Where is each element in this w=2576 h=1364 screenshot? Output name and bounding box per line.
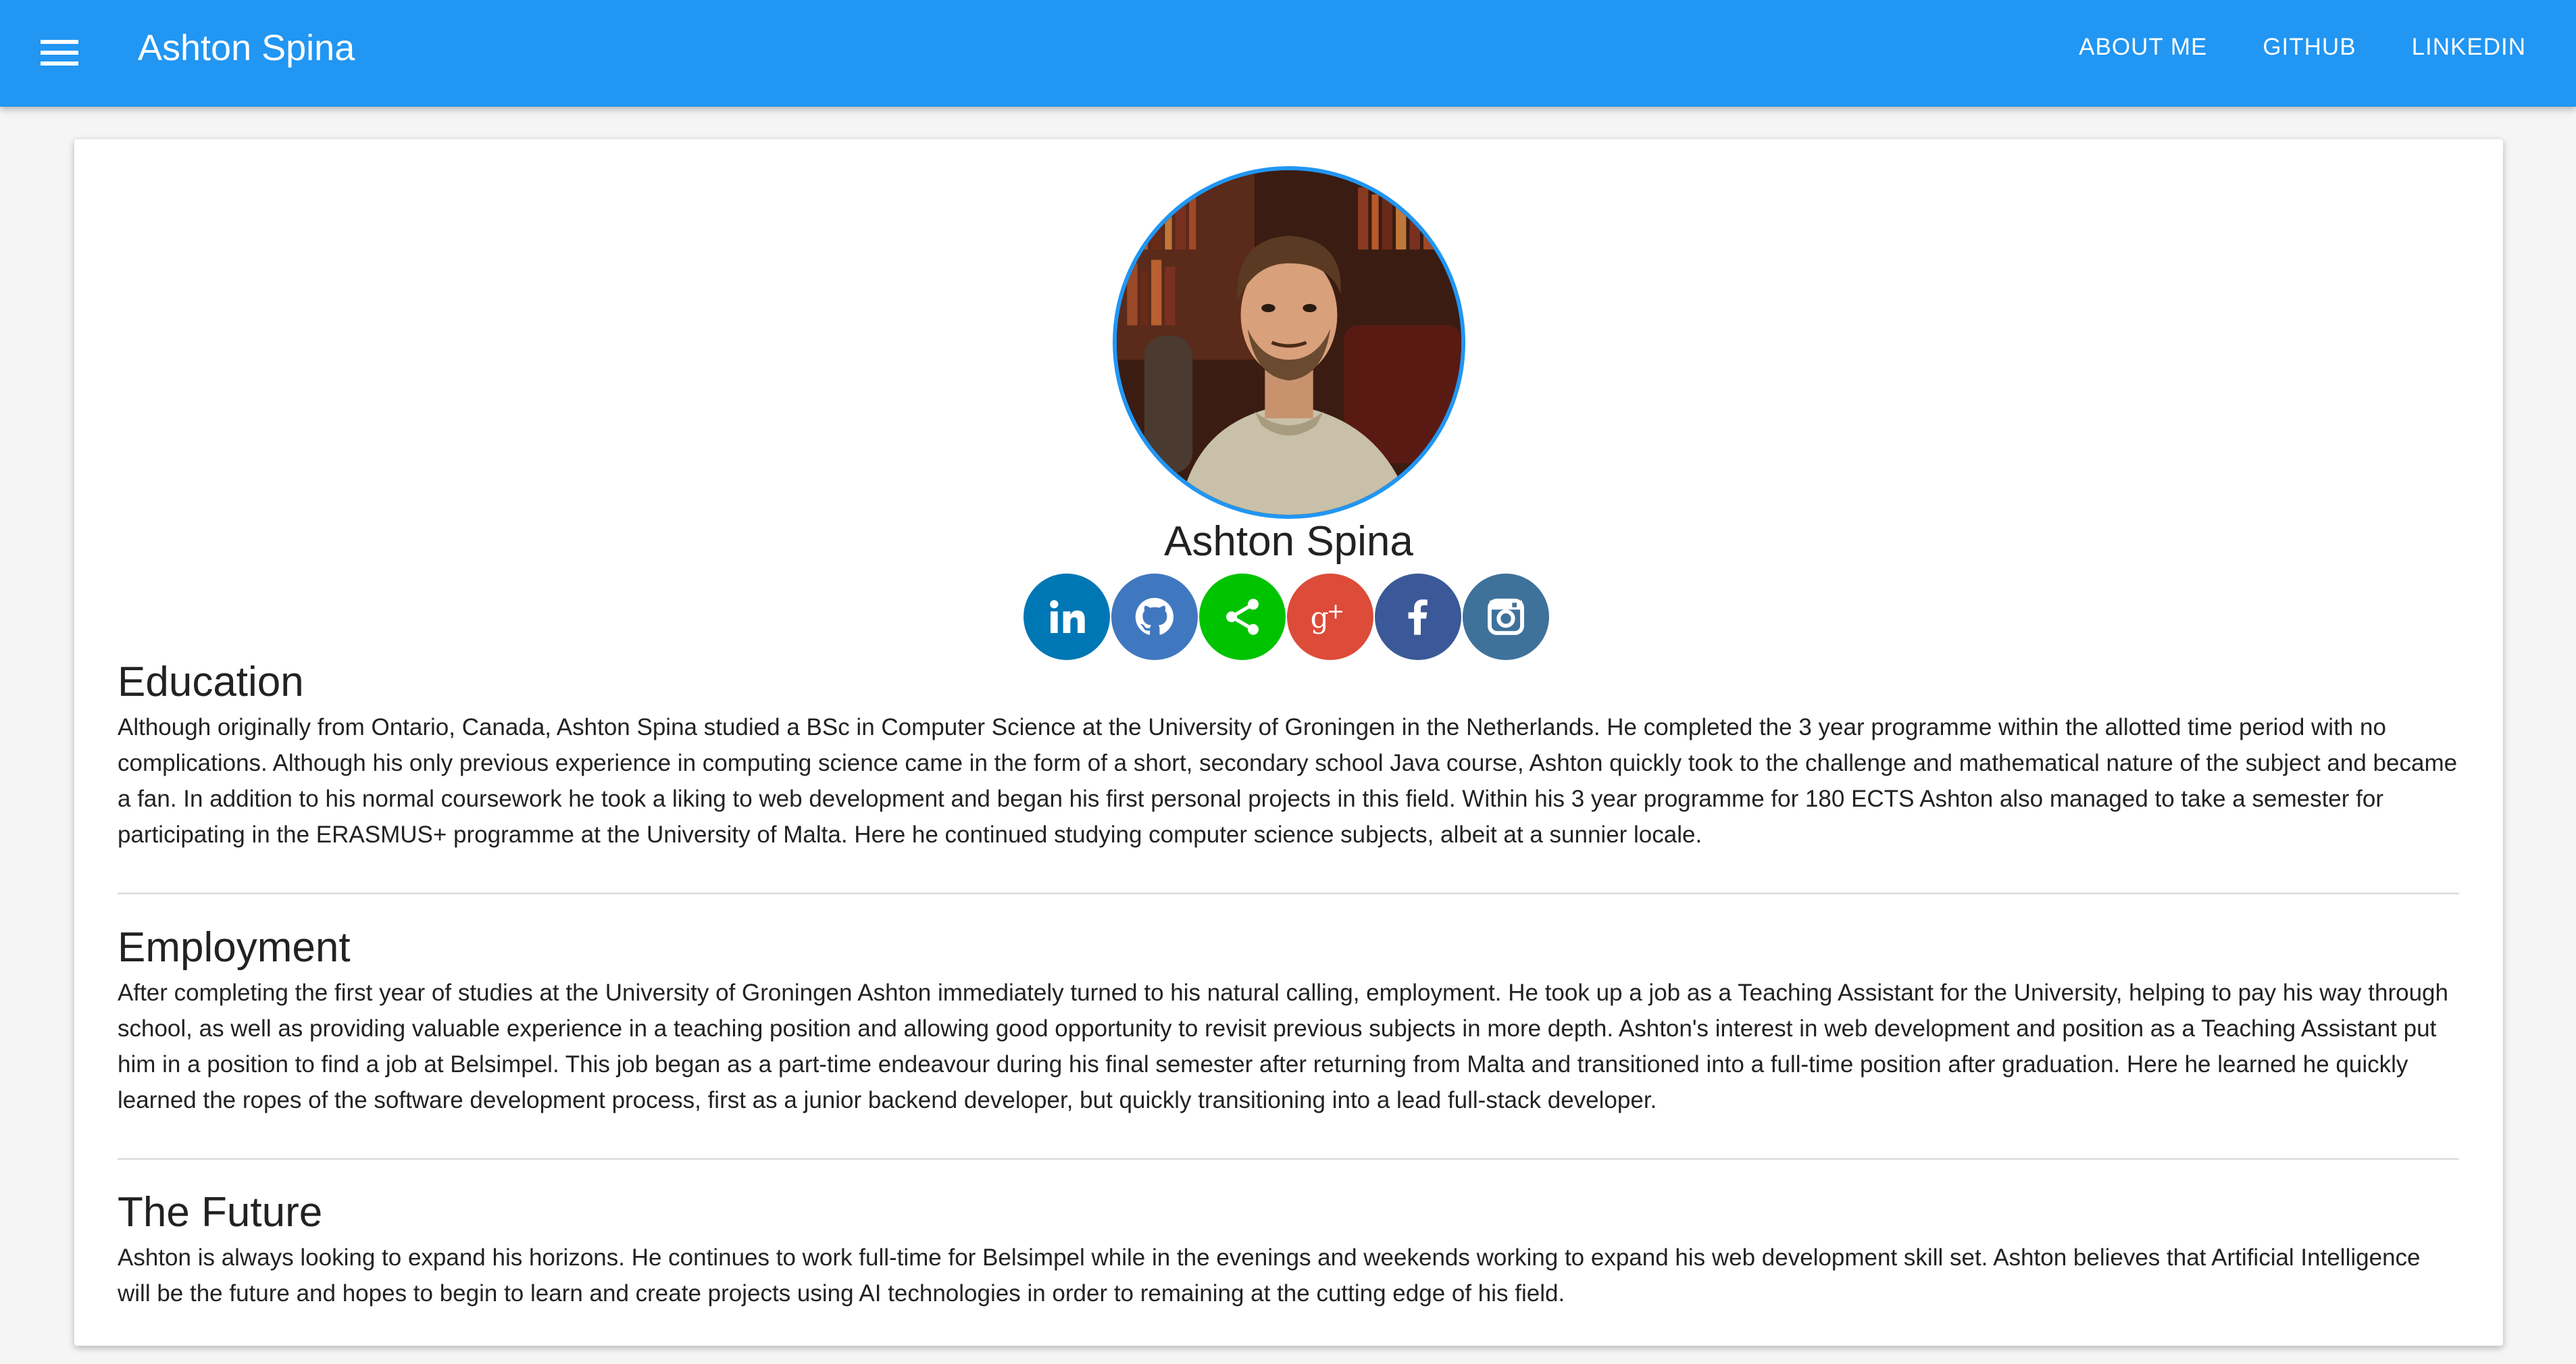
svg-text:+: + (1327, 599, 1345, 624)
future-section: The Future Ashton is always looking to e… (118, 1188, 2459, 1311)
instagram-button[interactable] (1463, 574, 1549, 660)
profile-card: Ashton Spina g + Education Although orig… (74, 139, 2503, 1346)
share-icon (1226, 599, 1259, 635)
google-plus-button[interactable]: g + (1287, 574, 1373, 660)
facebook-icon (1408, 599, 1428, 635)
section-heading: Education (118, 659, 304, 705)
google-plus-icon: g + (1311, 599, 1345, 635)
app-title: Ashton Spina (138, 28, 355, 68)
employment-section: Employment After completing the first ye… (118, 924, 2459, 1118)
hamburger-menu-icon[interactable] (41, 37, 78, 68)
github-button[interactable] (1111, 574, 1198, 660)
linkedin-icon (1050, 600, 1085, 633)
facebook-button[interactable] (1375, 574, 1461, 660)
section-heading: The Future (118, 1189, 323, 1236)
top-nav: ABOUT ME GITHUB LINKEDIN (2079, 34, 2526, 61)
education-section: Education Although originally from Ontar… (118, 658, 2459, 853)
app-bar: Ashton Spina ABOUT ME GITHUB LINKEDIN (0, 0, 2576, 107)
nav-about-me[interactable]: ABOUT ME (2079, 34, 2207, 61)
social-buttons: g + (1024, 574, 1549, 660)
section-body: Ashton is always looking to expand his h… (118, 1244, 2421, 1307)
share-button[interactable] (1199, 574, 1286, 660)
nav-github[interactable]: GITHUB (2263, 34, 2356, 61)
nav-linkedin[interactable]: LINKEDIN (2412, 34, 2526, 61)
divider (118, 892, 2459, 894)
github-icon (1135, 597, 1174, 635)
section-heading: Employment (118, 924, 351, 971)
avatar (1113, 166, 1465, 519)
linkedin-button[interactable] (1024, 574, 1110, 660)
divider (118, 1158, 2459, 1160)
section-body: Although originally from Ontario, Canada… (118, 714, 2458, 848)
profile-name: Ashton Spina (1164, 518, 1413, 565)
section-body: After completing the first year of studi… (118, 980, 2448, 1113)
instagram-icon (1488, 599, 1524, 635)
